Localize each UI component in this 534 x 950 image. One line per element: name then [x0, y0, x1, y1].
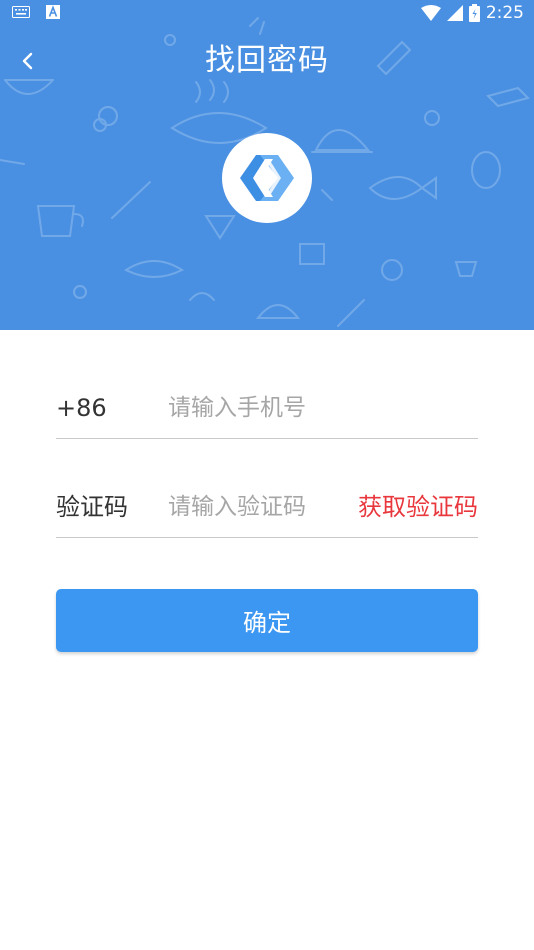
app-logo — [222, 133, 312, 223]
status-bar-left — [12, 5, 60, 19]
phone-input[interactable] — [168, 390, 458, 426]
battery-icon — [468, 4, 480, 22]
code-row: 验证码 获取验证码 — [56, 479, 478, 538]
page-title: 找回密码 — [205, 43, 329, 78]
status-time: 2:25 — [485, 3, 524, 23]
reset-password-form: +86 验证码 获取验证码 — [56, 380, 478, 538]
country-code-label: +86 — [56, 394, 107, 422]
code-input[interactable] — [168, 489, 343, 525]
status-bar-right: 2:25 — [420, 3, 524, 23]
keyboard-icon — [12, 6, 30, 18]
confirm-button[interactable]: 确定 — [56, 589, 478, 652]
code-label: 验证码 — [56, 493, 128, 521]
logo-mark-icon — [240, 155, 294, 201]
signal-icon — [446, 5, 463, 21]
header: 2:25 找回密码 — [0, 0, 534, 330]
wifi-icon — [420, 5, 441, 21]
a-icon — [46, 5, 60, 19]
status-bar: 2:25 — [0, 0, 534, 28]
get-code-button[interactable]: 获取验证码 — [358, 491, 478, 523]
phone-row: +86 — [56, 380, 478, 439]
